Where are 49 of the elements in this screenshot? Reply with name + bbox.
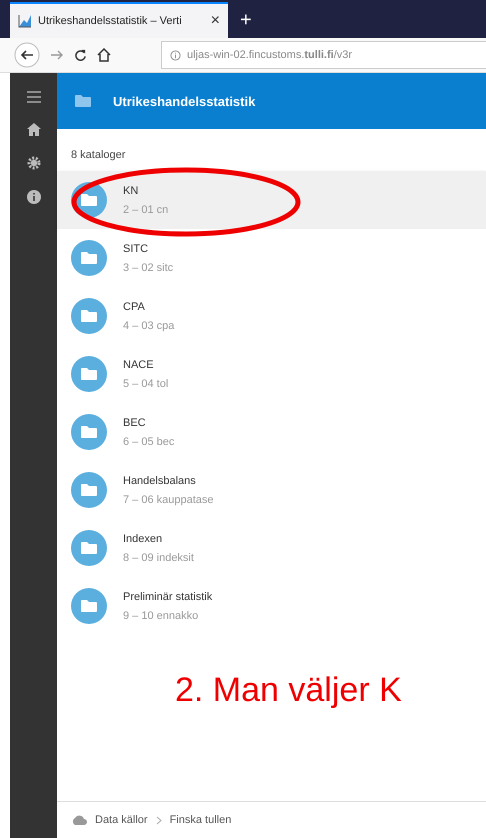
settings-icon[interactable] — [26, 156, 40, 170]
folder-icon — [81, 484, 97, 496]
info-icon[interactable] — [26, 190, 40, 204]
folder-icon — [81, 310, 97, 322]
catalog-name: KN — [123, 184, 140, 196]
catalog-code: 2 – 01 cn — [123, 204, 168, 216]
browser-tab[interactable]: Utrikeshandelsstatistik – Verti × — [10, 2, 228, 38]
catalog-name: SITC — [123, 242, 150, 254]
breadcrumb-link[interactable]: Finska tullen — [170, 814, 232, 826]
folder-icon — [75, 95, 91, 107]
cloud-icon — [71, 815, 87, 825]
folder-icon — [81, 600, 97, 612]
catalog-name: Preliminär statistik — [123, 590, 212, 602]
catalog-name: BEC — [123, 416, 147, 428]
home-icon[interactable] — [97, 48, 111, 62]
url-text: uljas-win-02.fincustoms.tulli.fi/v3r — [187, 49, 352, 61]
reload-icon[interactable] — [74, 48, 87, 62]
header-title: Utrikeshandelsstatistik — [113, 94, 256, 108]
folder-icon — [81, 194, 97, 206]
catalog-code: 6 – 05 bec — [123, 436, 174, 448]
address-bar[interactable]: uljas-win-02.fincustoms.tulli.fi/v3r — [161, 41, 486, 69]
breadcrumb-link[interactable]: Data källor — [95, 814, 148, 826]
catalog-name: NACE — [123, 358, 155, 370]
catalog-name: Indexen — [123, 532, 164, 544]
home-icon[interactable] — [26, 123, 40, 136]
annotation-text: 2. Man väljer K — [175, 671, 403, 710]
catalog-code: 3 – 02 sitc — [123, 262, 174, 274]
folder-icon — [81, 368, 97, 380]
chart-icon — [18, 14, 32, 28]
catalog-code: 4 – 03 cpa — [123, 320, 174, 332]
folder-icon — [81, 252, 97, 264]
catalog-item[interactable]: KN 2 – 01 cn — [57, 171, 486, 229]
forward-icon[interactable] — [50, 49, 64, 61]
catalog-name: Handelsbalans — [123, 474, 197, 486]
folder-icon — [81, 542, 97, 554]
catalog-code: 9 – 10 ennakko — [123, 610, 200, 622]
folder-icon — [81, 426, 97, 438]
catalog-name: CPA — [123, 300, 146, 312]
catalog-count: 8 kataloger — [70, 148, 126, 163]
catalog-code: 8 – 09 indeksit — [123, 552, 194, 564]
chevron-icon — [156, 816, 162, 824]
catalog-code: 7 – 06 kauppatase — [123, 494, 214, 506]
close-tab-button[interactable]: × — [210, 12, 220, 30]
info-icon — [170, 50, 181, 60]
catalog-code: 5 – 04 tol — [123, 378, 168, 390]
new-tab-button[interactable]: + — [240, 9, 252, 32]
menu-icon[interactable] — [26, 91, 40, 103]
back-icon[interactable] — [14, 42, 40, 68]
tab-title: Utrikeshandelsstatistik – Verti — [38, 15, 183, 27]
